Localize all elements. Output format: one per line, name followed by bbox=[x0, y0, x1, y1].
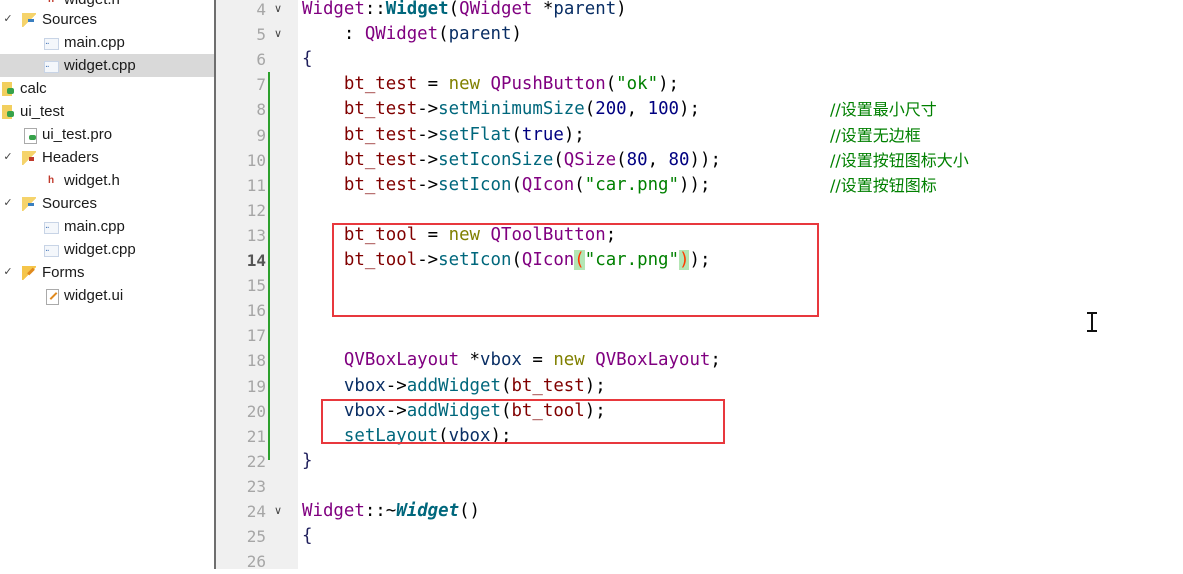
forms-folder-icon bbox=[22, 266, 36, 280]
code-line[interactable]: vbox->addWidget(bt_test); bbox=[302, 374, 606, 399]
line-number[interactable]: 6 bbox=[216, 47, 266, 72]
line-number[interactable]: 26 bbox=[216, 549, 266, 574]
code-comment: //设置按钮图标 bbox=[830, 175, 937, 195]
code-line[interactable]: bt_test->setFlat(true); bbox=[302, 123, 585, 148]
line-number[interactable]: 8 bbox=[216, 97, 266, 122]
code-comment: //设置最小尺寸 bbox=[830, 100, 937, 120]
line-number[interactable]: 25 bbox=[216, 524, 266, 549]
line-number[interactable]: 12 bbox=[216, 198, 266, 223]
line-number[interactable]: 13 bbox=[216, 223, 266, 248]
tree-item-sources-2[interactable]: ✓ Sources bbox=[0, 192, 214, 215]
tree-item-widget-cpp-2[interactable]: widget.cpp bbox=[0, 238, 214, 262]
line-number[interactable]: 7 bbox=[216, 72, 266, 97]
line-number[interactable]: 19 bbox=[216, 374, 266, 399]
code-line[interactable]: { bbox=[302, 47, 312, 72]
chevron-down-icon[interactable]: ✓ bbox=[2, 192, 14, 215]
tree-item-main-cpp[interactable]: main.cpp bbox=[0, 31, 214, 55]
tree-item-calc[interactable]: calc bbox=[0, 77, 214, 100]
project-icon bbox=[2, 105, 14, 119]
fold-chevron-icon[interactable]: ∨ bbox=[274, 0, 282, 22]
tree-item-sources[interactable]: ✓ Sources bbox=[0, 8, 214, 31]
cpp-file-icon bbox=[44, 239, 59, 262]
fold-chevron-icon[interactable]: ∨ bbox=[274, 499, 282, 524]
line-number[interactable]: 16 bbox=[216, 298, 266, 323]
code-comment: //设置按钮图标大小 bbox=[830, 150, 969, 170]
header-file-icon: h bbox=[47, 175, 55, 186]
cpp-file-icon bbox=[44, 32, 59, 55]
fold-chevron-icon[interactable]: ∨ bbox=[274, 22, 282, 47]
tree-item-ui-test[interactable]: ui_test bbox=[0, 100, 214, 123]
chevron-down-icon[interactable]: ✓ bbox=[2, 8, 14, 31]
highlight-box-add-widget bbox=[321, 399, 725, 444]
code-line[interactable]: : QWidget(parent) bbox=[302, 22, 522, 47]
line-number[interactable]: 15 bbox=[216, 273, 266, 298]
line-number[interactable]: 22 bbox=[216, 449, 266, 474]
ui-file-icon bbox=[46, 289, 59, 305]
code-line[interactable]: { bbox=[302, 524, 312, 549]
code-comment: //设置无边框 bbox=[830, 125, 921, 145]
header-file-icon: h bbox=[44, 0, 58, 7]
line-number[interactable]: 24 bbox=[216, 499, 266, 524]
project-tree[interactable]: h widget.h ✓ Sources main.cpp widget.cpp… bbox=[0, 0, 214, 569]
headers-folder-icon bbox=[22, 151, 36, 165]
line-number[interactable]: 4 bbox=[216, 0, 266, 22]
cpp-file-icon bbox=[44, 55, 59, 78]
tree-item-headers[interactable]: ✓ Headers bbox=[0, 146, 214, 169]
code-line[interactable]: Widget::~Widget() bbox=[302, 499, 480, 524]
code-line[interactable]: Widget::Widget(QWidget *parent) bbox=[302, 0, 627, 22]
line-number[interactable]: 23 bbox=[216, 474, 266, 499]
line-number[interactable]: 21 bbox=[216, 424, 266, 449]
cpp-file-icon bbox=[44, 216, 59, 239]
code-line[interactable]: QVBoxLayout *vbox = new QVBoxLayout; bbox=[302, 348, 721, 373]
tree-item-forms[interactable]: ✓ Forms bbox=[0, 261, 214, 284]
code-line[interactable]: bt_test = new QPushButton("ok"); bbox=[302, 72, 679, 97]
code-line[interactable]: bt_test->setIcon(QIcon("car.png")); bbox=[302, 173, 711, 198]
modified-lines-marker bbox=[268, 72, 270, 460]
tree-item-widget-ui[interactable]: widget.ui bbox=[0, 284, 214, 307]
line-number[interactable]: 20 bbox=[216, 399, 266, 424]
line-number[interactable]: 14 bbox=[216, 248, 266, 273]
project-icon bbox=[2, 82, 14, 96]
sources-folder-icon bbox=[22, 13, 36, 27]
chevron-down-icon[interactable]: ✓ bbox=[2, 261, 14, 284]
line-number[interactable]: 18 bbox=[216, 348, 266, 373]
pro-file-icon bbox=[24, 128, 37, 144]
line-number[interactable]: 17 bbox=[216, 323, 266, 348]
line-number[interactable]: 9 bbox=[216, 123, 266, 148]
tree-item-main-cpp-2[interactable]: main.cpp bbox=[0, 215, 214, 239]
tree-item-widget-cpp-selected[interactable]: widget.cpp bbox=[0, 54, 214, 78]
line-number[interactable]: 11 bbox=[216, 173, 266, 198]
tree-item-ui-test-pro[interactable]: ui_test.pro bbox=[0, 123, 214, 146]
line-number[interactable]: 5 bbox=[216, 22, 266, 47]
highlight-box-tool-button bbox=[332, 223, 819, 317]
text-cursor-ibeam-icon bbox=[1087, 312, 1097, 332]
code-line[interactable]: } bbox=[302, 449, 312, 474]
tree-item-widget-h[interactable]: h widget.h bbox=[0, 169, 214, 192]
chevron-down-icon[interactable]: ✓ bbox=[2, 146, 14, 169]
code-line[interactable]: bt_test->setMinimumSize(200, 100); bbox=[302, 97, 700, 122]
line-number[interactable]: 10 bbox=[216, 148, 266, 173]
sources-folder-icon bbox=[22, 197, 36, 211]
code-line[interactable]: bt_test->setIconSize(QSize(80, 80)); bbox=[302, 148, 721, 173]
